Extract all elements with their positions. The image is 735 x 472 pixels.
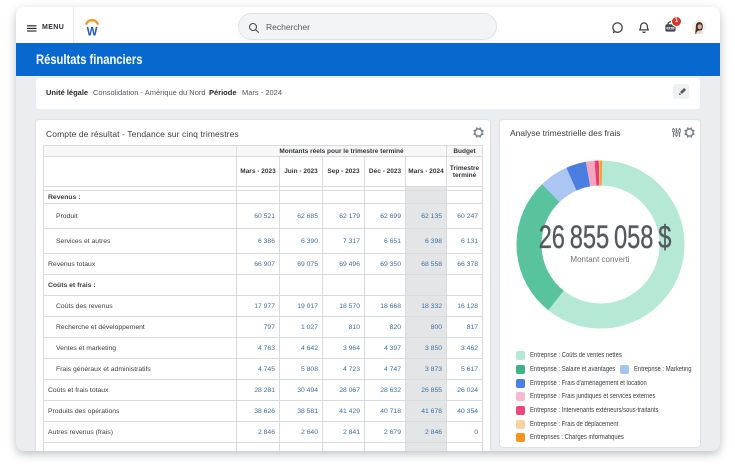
- svg-text:W: W: [87, 27, 98, 39]
